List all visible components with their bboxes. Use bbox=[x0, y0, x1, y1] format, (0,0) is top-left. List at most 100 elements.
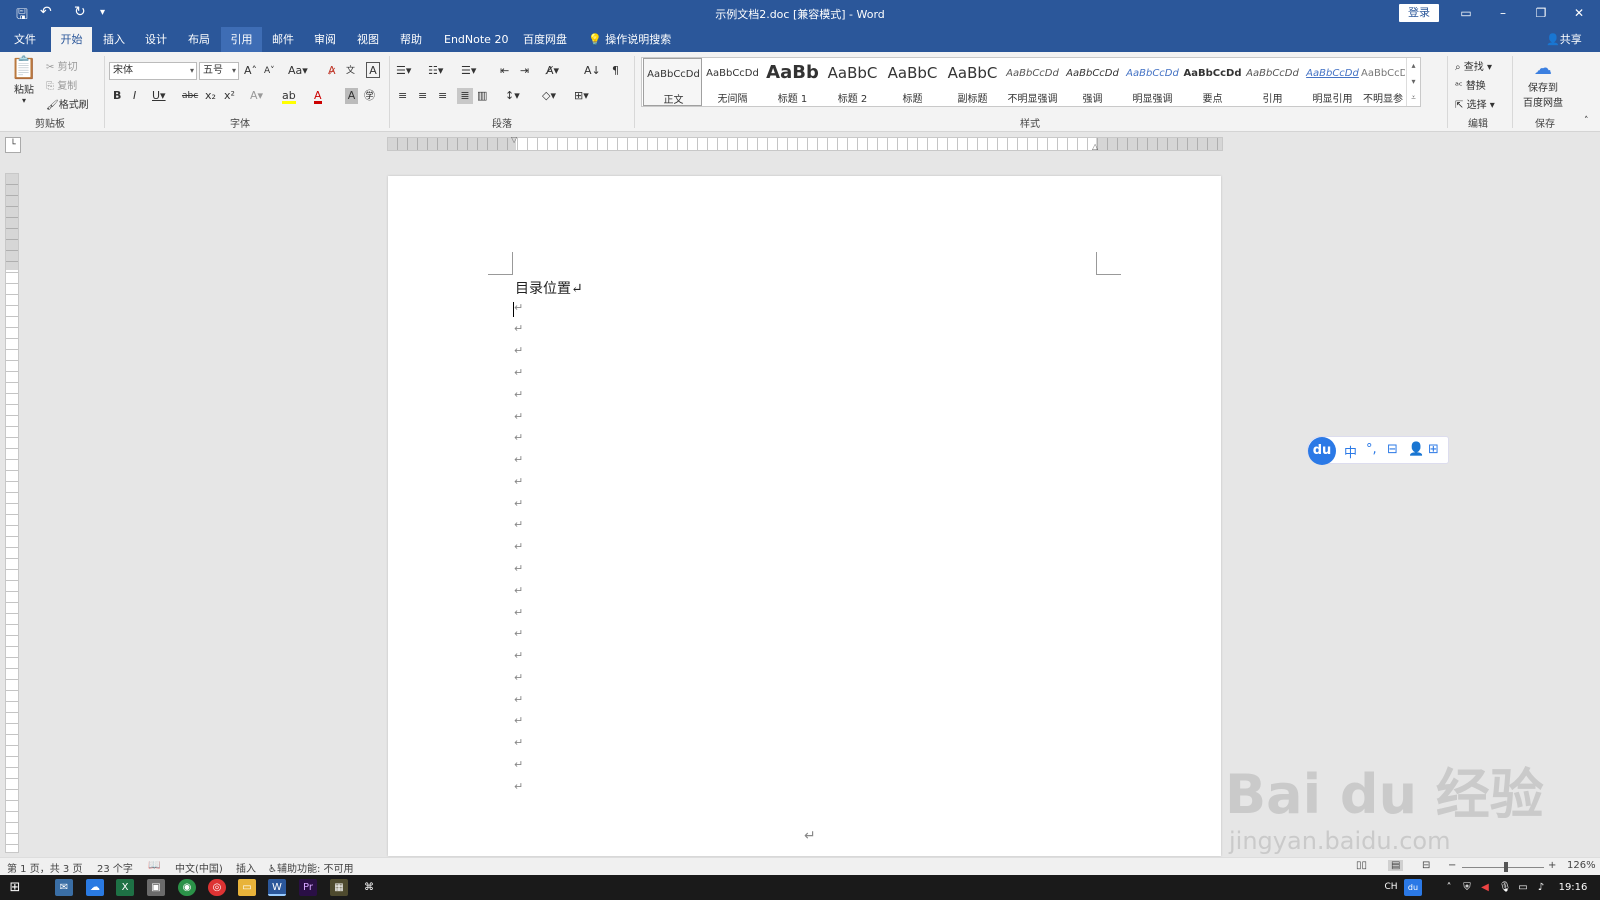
right-indent-marker-icon[interactable]: △ bbox=[1092, 142, 1098, 151]
user-icon[interactable]: 👤 bbox=[1408, 442, 1424, 457]
style-heading-1[interactable]: AaBb 标题 1 bbox=[763, 58, 822, 106]
copy-button[interactable]: ⎘ 复制 bbox=[46, 77, 77, 92]
excel-icon[interactable]: X bbox=[116, 879, 134, 896]
zoom-out-icon[interactable]: − bbox=[1448, 860, 1456, 871]
strikethrough-icon[interactable]: abc bbox=[182, 88, 198, 104]
tab-review[interactable]: 审阅 bbox=[306, 27, 344, 52]
tab-design[interactable]: 设计 bbox=[137, 27, 175, 52]
numbering-icon[interactable]: ☷▾ bbox=[428, 63, 443, 79]
tab-help[interactable]: 帮助 bbox=[392, 27, 430, 52]
font-size-combo[interactable]: 五号 ▾ bbox=[199, 62, 239, 80]
align-right-icon[interactable]: ≡ bbox=[438, 88, 447, 104]
vertical-ruler[interactable] bbox=[5, 173, 19, 853]
toc-placeholder-text[interactable]: 目录位置↵ bbox=[515, 278, 583, 298]
tab-mailings[interactable]: 邮件 bbox=[264, 27, 302, 52]
word-count[interactable]: 23 个字 bbox=[97, 860, 133, 875]
volume-icon[interactable]: ♪ bbox=[1532, 879, 1550, 896]
borders-icon[interactable]: ⊞▾ bbox=[574, 88, 589, 104]
highlight-icon[interactable]: ab bbox=[282, 88, 296, 104]
insert-mode[interactable]: 插入 bbox=[236, 860, 256, 875]
enclose-characters-icon[interactable]: ㊫ bbox=[364, 88, 375, 104]
baidu-ime-logo[interactable]: du bbox=[1308, 437, 1336, 465]
find-button[interactable]: ⌕ 查找 ▾ bbox=[1455, 58, 1492, 73]
ribbon-display-icon[interactable]: ▭ bbox=[1451, 3, 1481, 23]
align-left-icon[interactable]: ≡ bbox=[398, 88, 407, 104]
grid-menu-icon[interactable]: ⊞ bbox=[1428, 442, 1439, 457]
tab-layout[interactable]: 布局 bbox=[180, 27, 218, 52]
format-painter-button[interactable]: 🖌格式刷 bbox=[46, 96, 89, 111]
show-marks-icon[interactable]: ¶ bbox=[612, 63, 619, 79]
shrink-font-icon[interactable]: A˅ bbox=[264, 63, 275, 79]
character-border-icon[interactable]: A bbox=[366, 62, 380, 78]
line-spacing-icon[interactable]: ↕▾ bbox=[505, 88, 520, 104]
multilevel-list-icon[interactable]: ☰▾ bbox=[461, 63, 476, 79]
superscript-icon[interactable]: x² bbox=[224, 88, 235, 104]
font-name-combo[interactable]: 宋体 ▾ bbox=[109, 62, 197, 80]
tab-insert[interactable]: 插入 bbox=[95, 27, 133, 52]
page-count[interactable]: 第 1 页，共 3 页 bbox=[7, 860, 82, 875]
file-explorer-icon[interactable]: ▭ bbox=[238, 879, 256, 896]
chinese-layout-icon[interactable]: A̸▾ bbox=[546, 63, 559, 79]
style-quote[interactable]: AaBbCcDd 引用 bbox=[1243, 58, 1302, 106]
app-icon[interactable]: ▣ bbox=[147, 879, 165, 896]
subscript-icon[interactable]: x₂ bbox=[205, 88, 216, 104]
print-layout-icon[interactable]: ▤ bbox=[1388, 860, 1404, 871]
toolbox-icon[interactable]: ⊟ bbox=[1387, 442, 1398, 457]
document-page[interactable]: 目录位置↵ ↵ ↵ ↵ ↵ ↵ ↵ ↵ ↵ ↵ ↵ ↵ ↵ ↵ ↵ ↵ ↵ ↵ … bbox=[388, 176, 1221, 856]
increase-indent-icon[interactable]: ⇥ bbox=[520, 63, 529, 79]
grow-font-icon[interactable]: A˄ bbox=[244, 63, 257, 79]
indent-marker-icon[interactable]: ▽ bbox=[511, 135, 517, 144]
web-layout-icon[interactable]: ⊟ bbox=[1422, 860, 1430, 871]
paste-button[interactable]: 📋 粘贴 ▾ bbox=[10, 56, 38, 110]
accessibility-status[interactable]: ♿辅助功能: 不可用 bbox=[268, 860, 354, 875]
collapse-ribbon-icon[interactable]: ˄ bbox=[1584, 116, 1589, 126]
mic-icon[interactable]: 🎙 bbox=[1496, 879, 1514, 896]
tab-references[interactable]: 引用 bbox=[221, 27, 262, 52]
chrome-icon[interactable]: ◉ bbox=[178, 879, 196, 896]
style-subtle-reference[interactable]: AaBbCcDd 不明显参考 bbox=[1361, 58, 1405, 106]
zoom-level[interactable]: 126% bbox=[1567, 860, 1596, 871]
clock[interactable]: 19:16 bbox=[1555, 879, 1591, 896]
style-emphasis[interactable]: AaBbCcDd 强调 bbox=[1063, 58, 1122, 106]
replace-button[interactable]: ᵃᶜ 替换 bbox=[1455, 77, 1486, 92]
style-heading-2[interactable]: AaBbC 标题 2 bbox=[823, 58, 882, 106]
distributed-icon[interactable]: ▥ bbox=[477, 88, 487, 104]
speaker-tray-icon[interactable]: ◀ bbox=[1476, 879, 1494, 896]
restore-icon[interactable]: ❐ bbox=[1526, 3, 1556, 23]
style-strong[interactable]: AaBbCcDd 要点 bbox=[1183, 58, 1242, 106]
app-icon[interactable]: ▦ bbox=[330, 879, 348, 896]
outlook-icon[interactable]: ✉ bbox=[55, 879, 73, 896]
character-shading-icon[interactable]: A bbox=[345, 88, 358, 104]
login-button[interactable]: 登录 bbox=[1399, 4, 1439, 22]
tab-home[interactable]: 开始 bbox=[51, 27, 92, 52]
text-effects-icon[interactable]: A▾ bbox=[250, 88, 263, 104]
minimize-icon[interactable]: – bbox=[1488, 3, 1518, 23]
style-intense-emphasis[interactable]: AaBbCcDd 明显强调 bbox=[1123, 58, 1182, 106]
network-icon[interactable]: ▭ bbox=[1514, 879, 1532, 896]
style-subtle-emphasis[interactable]: AaBbCcDd 不明显强调 bbox=[1003, 58, 1062, 106]
phonetic-guide-icon[interactable]: 文 bbox=[346, 63, 355, 79]
align-center-icon[interactable]: ≡ bbox=[418, 88, 427, 104]
bold-icon[interactable]: B bbox=[113, 88, 121, 104]
save-to-netdisk-button[interactable]: ☁ 保存到 百度网盘 bbox=[1517, 58, 1569, 109]
style-title[interactable]: AaBbC 标题 bbox=[883, 58, 942, 106]
app-icon[interactable]: ⌘ bbox=[360, 879, 378, 896]
tab-file[interactable]: 文件 bbox=[6, 27, 44, 52]
zoom-in-icon[interactable]: + bbox=[1548, 860, 1556, 871]
gallery-scroll[interactable]: ▴ ▾ ⩡ bbox=[1406, 58, 1420, 106]
justify-icon[interactable]: ≣ bbox=[457, 88, 473, 104]
font-color-icon[interactable]: A bbox=[314, 88, 322, 104]
cut-button[interactable]: ✂ 剪切 bbox=[46, 58, 78, 73]
onedrive-icon[interactable]: ☁ bbox=[86, 879, 104, 896]
sort-icon[interactable]: A↓ bbox=[584, 63, 601, 79]
zoom-slider[interactable] bbox=[1462, 862, 1544, 872]
change-case-icon[interactable]: Aa▾ bbox=[288, 63, 308, 79]
close-icon[interactable]: ✕ bbox=[1564, 3, 1594, 23]
word-icon[interactable]: W bbox=[268, 879, 286, 896]
read-mode-icon[interactable]: ▯▯ bbox=[1356, 860, 1367, 871]
premiere-icon[interactable]: Pr bbox=[299, 879, 317, 896]
decrease-indent-icon[interactable]: ⇤ bbox=[500, 63, 509, 79]
horizontal-ruler[interactable]: ▽ △ bbox=[387, 135, 1223, 151]
security-icon[interactable]: ⛨ bbox=[1458, 879, 1476, 896]
punctuation-icon[interactable]: °, bbox=[1366, 442, 1377, 457]
